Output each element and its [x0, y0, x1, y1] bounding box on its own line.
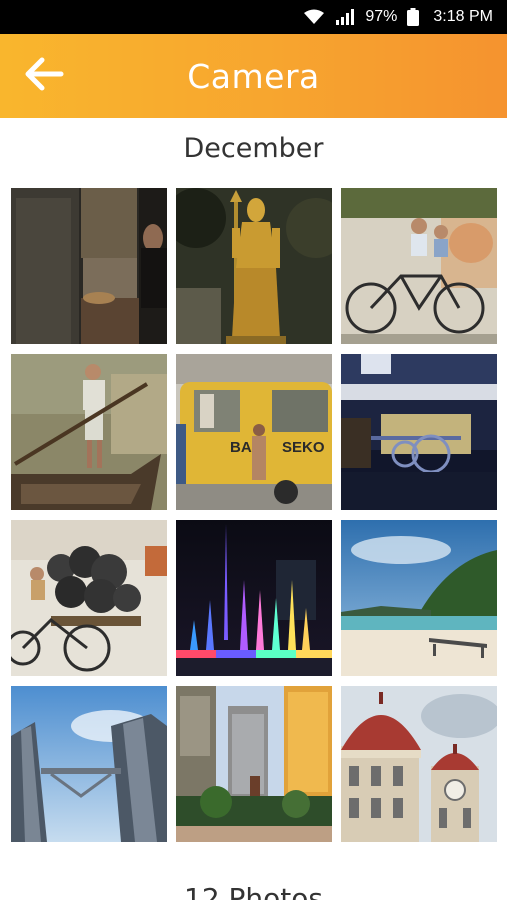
boatman-mural-photo[interactable]	[11, 354, 167, 510]
battery-percent: 97%	[365, 8, 398, 25]
fountain-lights-photo[interactable]	[176, 520, 332, 676]
svg-text:BA: BA	[230, 439, 252, 456]
section-title: December	[183, 133, 324, 164]
status-bar: 97% 3:18 PM	[0, 0, 507, 34]
signal-icon	[335, 9, 355, 25]
children-bicycle-mural-photo[interactable]	[341, 188, 497, 344]
arrow-left-icon	[24, 57, 64, 95]
yellow-school-bus-photo[interactable]: SEKO BA	[176, 354, 332, 510]
twin-towers-photo[interactable]	[11, 686, 167, 842]
clock: 3:18 PM	[433, 8, 493, 25]
trishaw-mural-photo[interactable]	[11, 520, 167, 676]
svg-text:SEKO: SEKO	[282, 439, 325, 456]
back-button[interactable]	[14, 46, 74, 106]
photo-count: 12 Photos	[184, 882, 323, 900]
wifi-icon	[303, 9, 325, 25]
battery-icon	[407, 8, 420, 26]
night-building-photo[interactable]	[341, 354, 497, 510]
page-title: Camera	[187, 56, 320, 96]
app-bar: Camera	[0, 34, 507, 118]
golden-statue-photo[interactable]	[176, 188, 332, 344]
city-street-photo[interactable]	[176, 686, 332, 842]
gallery-content[interactable]: December SEKO BA 12 Photos	[0, 118, 507, 900]
domed-building-photo[interactable]	[341, 686, 497, 842]
photo-grid: SEKO BA	[11, 188, 498, 842]
beach-photo[interactable]	[341, 520, 497, 676]
dark-bedroom-photo[interactable]	[11, 188, 167, 344]
